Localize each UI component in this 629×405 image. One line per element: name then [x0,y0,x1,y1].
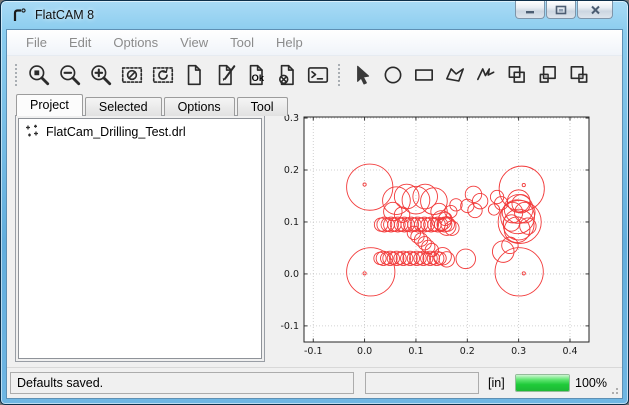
svg-text:Ok: Ok [252,73,265,83]
drill-object-icon [25,124,40,139]
menu-bar: FileEditOptionsViewToolHelp [7,30,622,56]
circle-tool-button[interactable] [378,60,408,90]
tab-project[interactable]: Project [16,94,83,116]
progress-percent-label: 100% [575,372,607,394]
zoom-in-icon [89,63,113,87]
client-area: FileEditOptionsViewToolHelp Ok ProjectSe… [6,29,623,399]
title-bar[interactable]: FlatCAM 8 [1,1,628,29]
svg-text:-0.1: -0.1 [304,346,323,357]
project-tree[interactable]: FlatCam_Drilling_Test.drl [18,118,262,359]
svg-text:0.1: 0.1 [408,346,423,357]
menu-edit[interactable]: Edit [58,31,102,54]
new-project-button[interactable] [179,60,209,90]
zoom-out-button[interactable] [55,60,85,90]
status-message-field: Defaults saved. [10,372,354,394]
window-controls [514,1,613,19]
tab-bar: ProjectSelectedOptionsTool [16,94,290,116]
status-bar: Defaults saved. [in] 100% [7,367,622,398]
delete-object-button[interactable] [272,60,302,90]
toolbar-grip[interactable] [14,63,18,87]
zoom-in-button[interactable] [86,60,116,90]
svg-text:0.4: 0.4 [562,346,577,357]
svg-text:0.0: 0.0 [284,269,299,280]
zoom-fit-icon [27,63,51,87]
polyline-tool-icon [474,63,498,87]
app-window: FlatCAM 8 FileEditOptionsViewToolHelp Ok… [0,0,629,405]
polygon-tool-button[interactable] [440,60,470,90]
clear-plot-icon [120,63,144,87]
status-secondary-field [365,372,479,394]
svg-text:0.3: 0.3 [511,346,526,357]
new-project-icon [182,63,206,87]
menu-options[interactable]: Options [102,31,169,54]
open-project-icon [213,63,237,87]
open-project-button[interactable] [210,60,240,90]
tab-options[interactable]: Options [164,97,235,116]
replot-button[interactable] [148,60,178,90]
svg-text:0.0: 0.0 [357,346,372,357]
polygon-union-button[interactable] [502,60,532,90]
save-defaults-ok-icon: Ok [244,63,268,87]
tab-tool[interactable]: Tool [237,97,288,116]
menu-tool[interactable]: Tool [219,31,265,54]
menu-help[interactable]: Help [265,31,314,54]
select-tool-button[interactable] [347,60,377,90]
svg-text:-0.1: -0.1 [280,321,299,332]
polygon-subtract-icon [536,63,560,87]
delete-object-icon [275,63,299,87]
polygon-intersect-button[interactable] [564,60,594,90]
svg-text:0.1: 0.1 [284,217,299,228]
command-shell-icon [306,63,330,87]
menu-file[interactable]: File [15,31,58,54]
command-shell-button[interactable] [303,60,333,90]
replot-icon [151,63,175,87]
tree-item[interactable]: FlatCam_Drilling_Test.drl [19,119,261,139]
svg-text:0.2: 0.2 [284,165,299,176]
maximize-icon [555,5,567,15]
zoom-out-icon [58,63,82,87]
toolbar: Ok [7,56,622,93]
polyline-tool-button[interactable] [471,60,501,90]
minimize-button[interactable] [515,1,545,19]
progress-fill [516,375,569,391]
maximize-button[interactable] [546,1,576,19]
menu-view[interactable]: View [169,31,219,54]
tab-selected[interactable]: Selected [85,97,162,116]
polygon-subtract-button[interactable] [533,60,563,90]
progress-bar [515,374,570,392]
rectangle-tool-button[interactable] [409,60,439,90]
circle-tool-icon [381,63,405,87]
svg-text:0.2: 0.2 [460,346,475,357]
units-label: [in] [488,372,505,394]
window-title: FlatCAM 8 [35,8,94,22]
tree-item-label: FlatCam_Drilling_Test.drl [46,125,186,139]
plot-figure[interactable]: -0.10.00.10.20.30.4-0.10.00.10.20.3 [263,94,621,370]
toolbar-grip[interactable] [337,63,341,87]
plot-canvas[interactable]: -0.10.00.10.20.30.4-0.10.00.10.20.3 [263,94,621,370]
polygon-intersect-icon [567,63,591,87]
app-logo-icon [11,7,28,24]
minimize-icon [524,5,536,14]
close-icon [590,5,601,15]
clear-plot-button[interactable] [117,60,147,90]
polygon-tool-icon [443,63,467,87]
project-pane: FlatCam_Drilling_Test.drl [15,115,265,362]
close-button[interactable] [577,1,613,19]
rectangle-tool-icon [412,63,436,87]
select-tool-icon [350,63,374,87]
zoom-fit-button[interactable] [24,60,54,90]
polygon-union-icon [505,63,529,87]
save-defaults-ok-button[interactable]: Ok [241,60,271,90]
resize-grip[interactable] [607,383,618,394]
